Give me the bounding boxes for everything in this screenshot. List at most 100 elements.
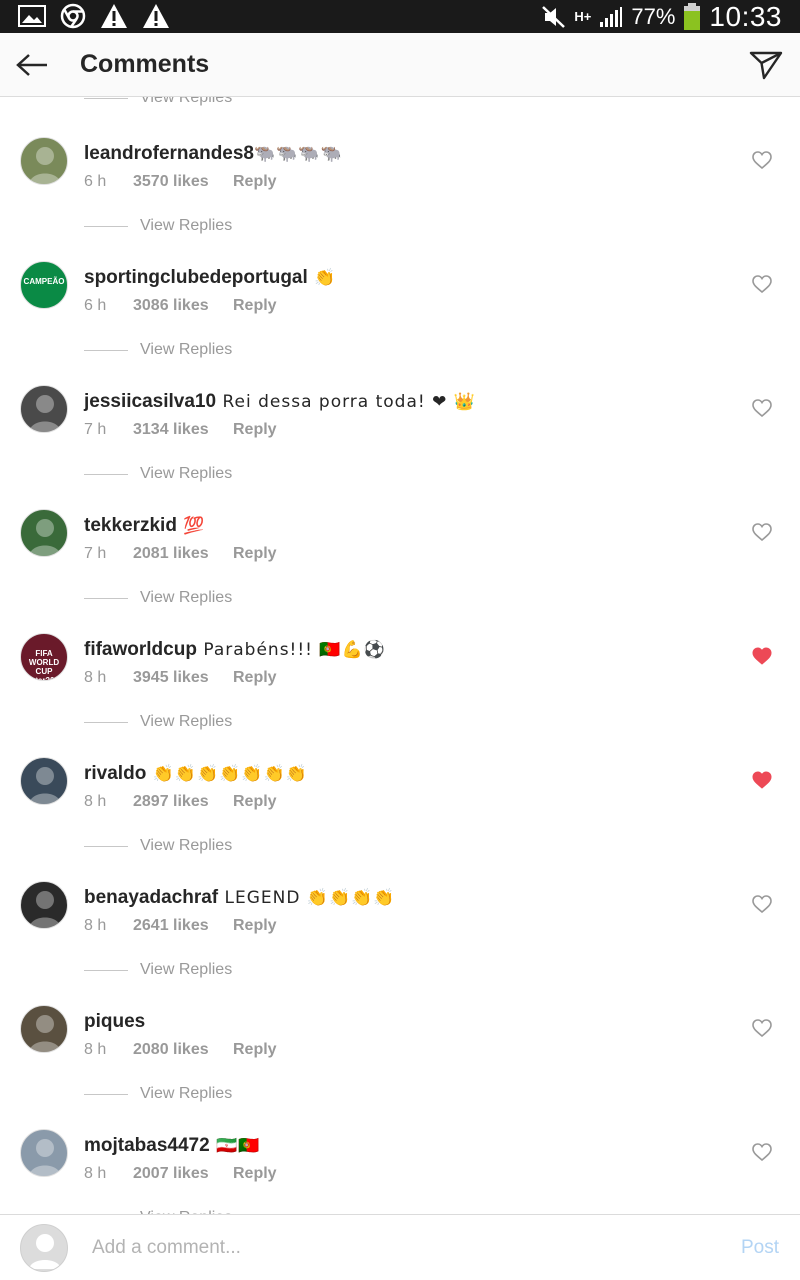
comment-time: 6 h bbox=[84, 297, 107, 314]
avatar[interactable] bbox=[20, 1005, 68, 1053]
comment-likes[interactable]: 2081 likes bbox=[133, 545, 233, 563]
comment-time: 8 h bbox=[84, 669, 107, 686]
reply-button[interactable]: Reply bbox=[233, 545, 277, 563]
comment-item: CAMPEÃO sportingclubedeportugal 👏 6 h 30… bbox=[0, 261, 800, 385]
view-replies-link[interactable]: View Replies bbox=[84, 465, 232, 483]
comment-username[interactable]: tekkerzkid bbox=[84, 515, 177, 536]
comment-time: 8 h bbox=[84, 1041, 107, 1058]
comment-text: benayadachraf LEGEND 👏👏👏👏 bbox=[84, 887, 396, 909]
heart-filled-icon[interactable] bbox=[752, 771, 772, 789]
reply-button[interactable]: Reply bbox=[233, 1165, 277, 1183]
divider bbox=[84, 845, 128, 847]
comment-body: 🇮🇷🇵🇹 bbox=[209, 1136, 261, 1156]
divider bbox=[84, 969, 128, 971]
reply-button[interactable]: Reply bbox=[233, 421, 277, 439]
comment-time: 8 h bbox=[84, 917, 107, 934]
post-button[interactable]: Post bbox=[741, 1237, 779, 1259]
comment-body: 💯 bbox=[176, 516, 206, 536]
view-replies-link[interactable]: View Replies bbox=[84, 1085, 232, 1103]
avatar[interactable] bbox=[20, 757, 68, 805]
comment-time: 8 h bbox=[84, 1165, 107, 1182]
view-replies-link[interactable]: View Replies bbox=[84, 961, 232, 979]
comment-text: rivaldo 👏👏👏👏👏👏👏 bbox=[84, 763, 308, 785]
comment-username[interactable]: jessiicasilva10 bbox=[84, 391, 216, 412]
comment-username[interactable]: benayadachraf bbox=[84, 887, 218, 908]
user-placeholder-icon bbox=[29, 1234, 61, 1269]
comment-meta: 8 h 2897 likes Reply bbox=[84, 793, 277, 811]
heart-outline-icon[interactable] bbox=[752, 523, 772, 541]
divider bbox=[84, 473, 128, 475]
view-replies-link[interactable]: View Replies bbox=[84, 97, 232, 107]
heart-outline-icon[interactable] bbox=[752, 1019, 772, 1037]
divider bbox=[84, 349, 128, 351]
heart-outline-icon[interactable] bbox=[752, 895, 772, 913]
network-type: H+ bbox=[574, 9, 592, 24]
comment-likes[interactable]: 3945 likes bbox=[133, 669, 233, 687]
share-button[interactable] bbox=[746, 47, 786, 83]
avatar-photo bbox=[29, 147, 61, 184]
avatar[interactable]: FIFA WORLD CUP Qatar2022 bbox=[20, 633, 68, 681]
clock: 10:33 bbox=[709, 0, 782, 32]
view-replies-link[interactable]: View Replies bbox=[84, 837, 232, 855]
view-replies-link[interactable]: View Replies bbox=[84, 341, 232, 359]
divider bbox=[84, 1093, 128, 1095]
comment-body: 👏 bbox=[307, 268, 337, 288]
comment-meta: 6 h 3086 likes Reply bbox=[84, 297, 277, 315]
comment-meta: 6 h 3570 likes Reply bbox=[84, 173, 277, 191]
comment-item: jessiicasilva10 Rei dessa porra toda! ❤ … bbox=[0, 385, 800, 509]
comment-likes[interactable]: 2641 likes bbox=[133, 917, 233, 935]
comment-input[interactable] bbox=[92, 1233, 692, 1263]
view-replies-label: View Replies bbox=[140, 837, 233, 854]
comment-body: 🐃🐃🐃🐃 bbox=[254, 144, 343, 164]
comment-likes[interactable]: 3570 likes bbox=[133, 173, 233, 191]
comment-time: 7 h bbox=[84, 421, 107, 438]
signal-icon bbox=[600, 6, 623, 27]
avatar[interactable] bbox=[20, 385, 68, 433]
comment-username[interactable]: rivaldo bbox=[84, 763, 146, 784]
comment-item: rivaldo 👏👏👏👏👏👏👏 8 h 2897 likes Reply Vie… bbox=[0, 757, 800, 881]
comment-time: 8 h bbox=[84, 793, 107, 810]
comment-likes[interactable]: 2080 likes bbox=[133, 1041, 233, 1059]
gallery-icon bbox=[18, 5, 46, 27]
avatar[interactable] bbox=[20, 1129, 68, 1177]
comment-likes[interactable]: 2897 likes bbox=[133, 793, 233, 811]
avatar[interactable] bbox=[20, 137, 68, 185]
comment-likes[interactable]: 3086 likes bbox=[133, 297, 233, 315]
comment-text: leandrofernandes8🐃🐃🐃🐃 bbox=[84, 143, 343, 165]
status-bar-notifications bbox=[18, 3, 170, 29]
avatar[interactable] bbox=[20, 509, 68, 557]
reply-button[interactable]: Reply bbox=[233, 917, 277, 935]
comment-meta: 8 h 2007 likes Reply bbox=[84, 1165, 277, 1183]
reply-button[interactable]: Reply bbox=[233, 669, 277, 687]
comments-list[interactable]: View Replies leandrofernandes8🐃🐃🐃🐃 6 h 3… bbox=[0, 97, 800, 1214]
comment-text: jessiicasilva10 Rei dessa porra toda! ❤ … bbox=[84, 391, 476, 413]
comment-likes[interactable]: 3134 likes bbox=[133, 421, 233, 439]
back-button[interactable] bbox=[12, 47, 52, 83]
comment-username[interactable]: fifaworldcup bbox=[84, 639, 197, 660]
comment-text: piques bbox=[84, 1011, 145, 1033]
comment-username[interactable]: mojtabas4472 bbox=[84, 1135, 210, 1156]
heart-outline-icon[interactable] bbox=[752, 275, 772, 293]
comment-likes[interactable]: 2007 likes bbox=[133, 1165, 233, 1183]
comment-meta: 7 h 2081 likes Reply bbox=[84, 545, 277, 563]
comment-username[interactable]: leandrofernandes8 bbox=[84, 143, 254, 164]
comment-username[interactable]: piques bbox=[84, 1011, 145, 1032]
reply-button[interactable]: Reply bbox=[233, 297, 277, 315]
comment-item: leandrofernandes8🐃🐃🐃🐃 6 h 3570 likes Rep… bbox=[0, 137, 800, 261]
avatar[interactable] bbox=[20, 881, 68, 929]
view-replies-link[interactable]: View Replies bbox=[84, 217, 232, 235]
reply-button[interactable]: Reply bbox=[233, 173, 277, 191]
battery-icon bbox=[684, 2, 701, 30]
view-replies-link[interactable]: View Replies bbox=[84, 589, 232, 607]
heart-filled-icon[interactable] bbox=[752, 647, 772, 665]
heart-outline-icon[interactable] bbox=[752, 151, 772, 169]
reply-button[interactable]: Reply bbox=[233, 793, 277, 811]
avatar-logo-text: CAMPEÃO bbox=[23, 277, 65, 286]
heart-outline-icon[interactable] bbox=[752, 399, 772, 417]
avatar[interactable]: CAMPEÃO bbox=[20, 261, 68, 309]
reply-button[interactable]: Reply bbox=[233, 1041, 277, 1059]
heart-outline-icon[interactable] bbox=[752, 1143, 772, 1161]
view-replies-link[interactable]: View Replies bbox=[84, 713, 232, 731]
avatar-photo bbox=[29, 395, 61, 432]
comment-username[interactable]: sportingclubedeportugal bbox=[84, 267, 308, 288]
